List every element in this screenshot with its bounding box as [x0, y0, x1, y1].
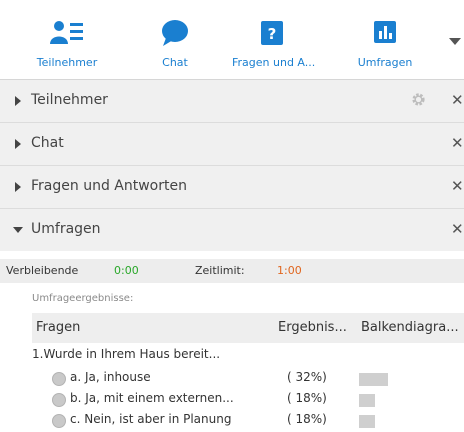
collapse-arrow-icon[interactable]: [13, 227, 23, 233]
participants-icon: [50, 21, 83, 44]
answer-result: ( 18%): [287, 391, 327, 405]
result-bar: [359, 394, 375, 407]
panel-qa-header[interactable]: Fragen und Antworten ✕: [0, 166, 464, 209]
poll-icon: [374, 21, 396, 43]
toolbar-polls-label: Umfragen: [357, 56, 413, 69]
toolbar-chat[interactable]: Chat: [135, 0, 215, 79]
toolbar-qa-label: Fragen und A...: [232, 56, 316, 69]
answer-text: a. Ja, inhouse: [70, 370, 151, 384]
toolbar-polls[interactable]: Umfragen: [345, 0, 425, 79]
svg-text:?: ?: [268, 25, 277, 43]
toolbar-qa[interactable]: ? Fragen und A...: [232, 0, 316, 79]
column-header-result[interactable]: Ergebnis...: [278, 320, 347, 335]
result-bar: [359, 373, 388, 386]
poll-question: 1.Wurde in Ihrem Haus bereit...: [32, 347, 221, 361]
toolbar: Teilnehmer Chat ? Fragen und A... Umfrag…: [0, 0, 464, 80]
close-icon[interactable]: ✕: [451, 220, 464, 238]
panel-chat-header[interactable]: Chat ✕: [0, 123, 464, 166]
close-icon[interactable]: ✕: [451, 177, 464, 195]
close-icon[interactable]: ✕: [451, 91, 464, 109]
remaining-value: 0:00: [114, 264, 139, 277]
column-header-questions[interactable]: Fragen: [36, 320, 80, 335]
expand-arrow-icon[interactable]: [15, 96, 21, 106]
panel-qa-title: Fragen und Antworten: [31, 178, 187, 194]
panel-polls-header[interactable]: Umfragen ✕: [0, 209, 464, 251]
radio-button[interactable]: [52, 414, 66, 428]
expand-arrow-icon[interactable]: [15, 139, 21, 149]
toolbar-chat-label: Chat: [162, 56, 188, 69]
column-header-bar-chart[interactable]: Balkendiagra...: [361, 320, 459, 335]
time-limit-value: 1:00: [277, 264, 302, 277]
toolbar-participants-label: Teilnehmer: [36, 56, 98, 69]
answer-result: ( 18%): [287, 412, 327, 426]
panel-participants-header[interactable]: Teilnehmer ✕: [0, 80, 464, 123]
result-bar: [359, 415, 375, 428]
panel-chat-title: Chat: [31, 135, 64, 151]
question-icon: ?: [261, 21, 283, 45]
answer-row[interactable]: b. Ja, mit einem externen... ( 18%): [32, 391, 464, 411]
toolbar-participants[interactable]: Teilnehmer: [27, 0, 107, 79]
time-limit-label: Zeitlimit:: [195, 264, 245, 277]
remaining-label: Verbleibende: [6, 264, 79, 277]
panel-polls-title: Umfragen: [31, 221, 101, 237]
panel-participants-title: Teilnehmer: [31, 92, 108, 108]
answer-text: c. Nein, ist aber in Planung: [70, 412, 232, 426]
answer-row[interactable]: a. Ja, inhouse ( 32%): [32, 370, 464, 390]
results-table-header: Fragen Ergebnis... Balkendiagra...: [32, 313, 464, 343]
dropdown-arrow-icon[interactable]: [449, 38, 461, 45]
answer-result: ( 32%): [287, 370, 327, 384]
radio-button[interactable]: [52, 372, 66, 386]
answer-row[interactable]: c. Nein, ist aber in Planung ( 18%): [32, 412, 464, 432]
close-icon[interactable]: ✕: [451, 134, 464, 152]
answer-text: b. Ja, mit einem externen...: [70, 391, 234, 405]
poll-results-label: Umfrageergebnisse:: [32, 293, 134, 304]
chat-icon: [162, 20, 188, 46]
radio-button[interactable]: [52, 393, 66, 407]
gear-icon[interactable]: [411, 92, 426, 107]
expand-arrow-icon[interactable]: [15, 182, 21, 192]
poll-timer-row: Verbleibende 0:00 Zeitlimit: 1:00: [0, 259, 464, 283]
